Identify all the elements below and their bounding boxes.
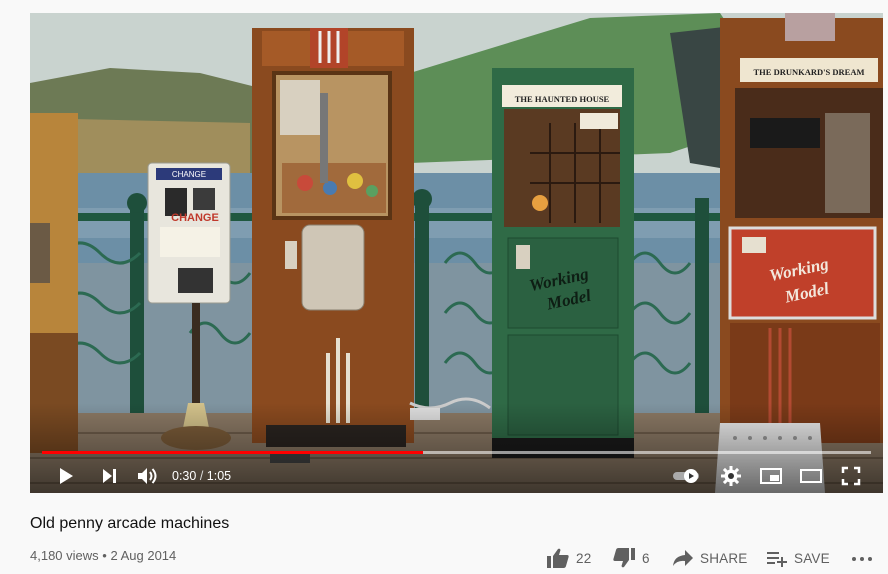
save-label: SAVE — [794, 550, 830, 566]
dislike-button[interactable]: 6 — [612, 545, 650, 571]
volume-button[interactable] — [130, 459, 164, 493]
thumbs-down-icon — [613, 548, 635, 568]
volume-icon — [138, 468, 157, 484]
time-display: 0:30 / 1:05 — [172, 469, 232, 483]
duration: 1:05 — [206, 469, 232, 483]
next-button[interactable] — [92, 459, 126, 493]
like-button[interactable]: 22 — [546, 545, 591, 571]
fullscreen-icon — [841, 466, 861, 486]
more-actions-button[interactable] — [850, 545, 874, 571]
share-button[interactable]: SHARE — [672, 545, 748, 571]
progress-bar[interactable] — [42, 451, 871, 454]
autoplay-toggle[interactable] — [670, 459, 704, 493]
play-icon — [60, 468, 73, 484]
thumbs-up-icon — [547, 548, 569, 568]
gear-icon — [721, 466, 741, 486]
theater-mode-icon — [800, 469, 822, 483]
progress-played — [42, 451, 424, 454]
video-actions: 22 6 SHARE SAVE — [0, 545, 888, 571]
autoplay-toggle-icon — [673, 469, 699, 483]
fullscreen-button[interactable] — [834, 459, 868, 493]
like-count: 22 — [576, 550, 592, 566]
miniplayer-icon — [760, 468, 782, 484]
theater-mode-button[interactable] — [794, 459, 828, 493]
dislike-count: 6 — [642, 550, 650, 566]
player-controls: 0:30 / 1:05 — [30, 459, 883, 493]
share-label: SHARE — [700, 550, 748, 566]
current-time: 0:30 — [172, 469, 197, 483]
change-machine-sign: CHANGE — [171, 212, 219, 224]
video-player[interactable]: CHANGE CHANGE THE HAUNTED HOUSE Working … — [30, 13, 883, 493]
video-title: Old penny arcade machines — [30, 515, 230, 532]
skip-next-icon — [103, 469, 116, 483]
share-icon — [673, 550, 693, 566]
more-horizontal-icon — [852, 557, 872, 561]
settings-button[interactable] — [714, 459, 748, 493]
drunkards-dream-sign: THE DRUNKARD'S DREAM — [754, 67, 865, 77]
play-button[interactable] — [48, 459, 82, 493]
save-button[interactable]: SAVE — [766, 545, 830, 571]
playlist-add-icon — [767, 552, 787, 567]
change-machine-top-label: CHANGE — [172, 170, 206, 179]
miniplayer-button[interactable] — [754, 459, 788, 493]
haunted-house-sign: THE HAUNTED HOUSE — [515, 94, 610, 104]
